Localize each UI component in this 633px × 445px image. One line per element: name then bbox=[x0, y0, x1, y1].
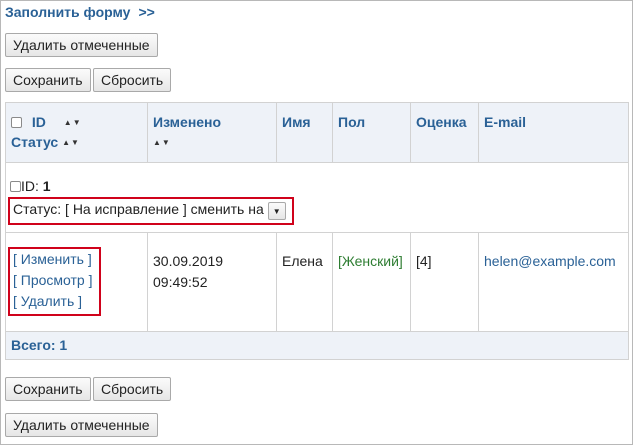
score-cell: [4] bbox=[410, 232, 479, 332]
column-header-email[interactable]: E-mail bbox=[478, 102, 629, 163]
fill-form-arrows[interactable]: >> bbox=[138, 4, 154, 20]
status-select-dropdown[interactable]: ▼ bbox=[267, 202, 286, 220]
reset-button-top[interactable]: Сбросить bbox=[93, 68, 172, 92]
status-change-text: Статус: [ На исправление ] сменить на bbox=[13, 201, 264, 217]
column-header-changed[interactable]: Изменено bbox=[153, 114, 271, 130]
table-header-row: ID ▲▼ Статус ▲▼ Изменено ▲▼ Имя Пол Оцен… bbox=[5, 102, 629, 163]
edit-link[interactable]: Изменить bbox=[21, 251, 84, 267]
header-id-status: ID ▲▼ Статус ▲▼ bbox=[5, 102, 148, 163]
row-checkbox[interactable] bbox=[10, 181, 21, 192]
actions-cell: [ Изменить ] [ Просмотр ] [ Удалить ] bbox=[5, 232, 148, 332]
total-row: Всего: 1 bbox=[5, 331, 629, 360]
status-cell: ID: 1 Статус: [ На исправление ] сменить… bbox=[5, 162, 629, 233]
status-change-box: Статус: [ На исправление ] сменить на ▼ bbox=[8, 197, 294, 225]
delete-selected-button-top[interactable]: Удалить отмеченные bbox=[5, 33, 158, 57]
id-label: ID: bbox=[21, 178, 39, 194]
column-header-name[interactable]: Имя bbox=[276, 102, 333, 163]
column-header-gender[interactable]: Пол bbox=[332, 102, 411, 163]
changed-cell: 30.09.2019 09:49:52 bbox=[147, 232, 277, 332]
id-value: 1 bbox=[42, 178, 51, 194]
delete-selected-button-bottom[interactable]: Удалить отмеченные bbox=[5, 413, 158, 437]
sort-id-icon[interactable]: ▲▼ bbox=[64, 118, 82, 127]
table-row: [ Изменить ] [ Просмотр ] [ Удалить ] 30… bbox=[5, 232, 629, 332]
column-header-id[interactable]: ID bbox=[32, 114, 46, 130]
sort-status-icon[interactable]: ▲▼ bbox=[62, 138, 80, 147]
total-count: Всего: 1 bbox=[5, 331, 629, 360]
status-row: ID: 1 Статус: [ На исправление ] сменить… bbox=[5, 162, 629, 233]
fill-form-label[interactable]: Заполнить форму bbox=[5, 4, 130, 20]
select-all-checkbox[interactable] bbox=[11, 117, 22, 128]
row-actions-box: [ Изменить ] [ Просмотр ] [ Удалить ] bbox=[8, 247, 101, 316]
save-button-bottom[interactable]: Сохранить bbox=[5, 377, 91, 401]
changed-time: 09:49:52 bbox=[153, 274, 208, 290]
fill-form-link[interactable]: Заполнить форму >> bbox=[5, 4, 155, 20]
records-table: ID ▲▼ Статус ▲▼ Изменено ▲▼ Имя Пол Оцен… bbox=[5, 102, 629, 360]
save-button-top[interactable]: Сохранить bbox=[5, 68, 91, 92]
header-changed: Изменено ▲▼ bbox=[147, 102, 277, 163]
view-link[interactable]: Просмотр bbox=[21, 272, 85, 288]
reset-button-bottom[interactable]: Сбросить bbox=[93, 377, 172, 401]
column-header-status[interactable]: Статус bbox=[11, 134, 58, 150]
changed-date: 30.09.2019 bbox=[153, 253, 224, 269]
sort-changed-icon[interactable]: ▲▼ bbox=[153, 138, 171, 147]
email-cell: helen@example.com bbox=[478, 232, 629, 332]
name-cell: Елена bbox=[276, 232, 333, 332]
column-header-score[interactable]: Оценка bbox=[410, 102, 479, 163]
delete-link[interactable]: Удалить bbox=[21, 293, 74, 309]
gender-cell: [Женский] bbox=[332, 232, 411, 332]
email-link[interactable]: helen@example.com bbox=[484, 253, 616, 269]
